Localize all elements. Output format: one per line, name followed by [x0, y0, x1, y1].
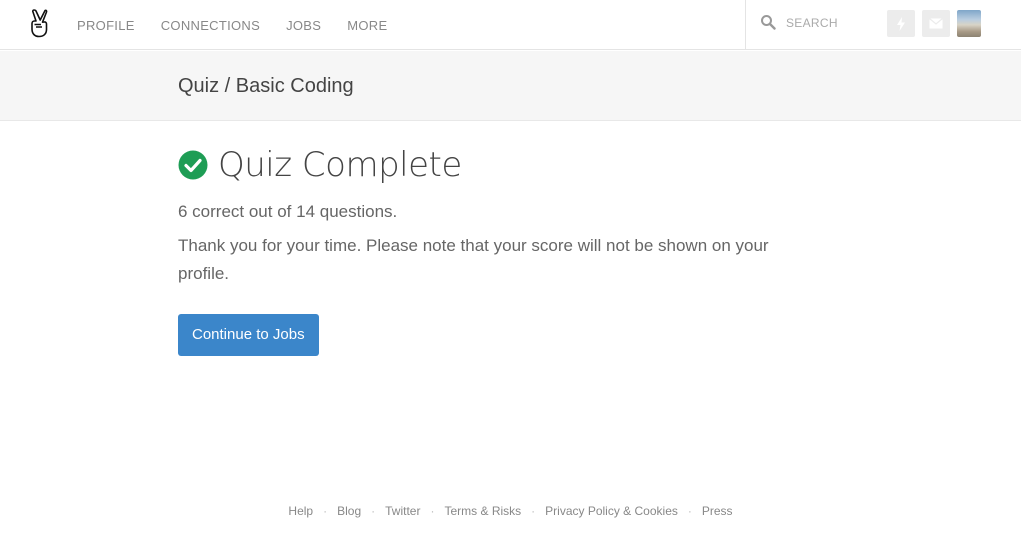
score-text: 6 correct out of 14 questions. — [178, 202, 398, 221]
envelope-icon — [929, 18, 943, 29]
notifications-button[interactable] — [887, 10, 915, 37]
footer-separator: · — [687, 504, 692, 518]
search-icon — [761, 15, 776, 30]
title-row: Quiz Complete — [178, 140, 838, 190]
footer-separator: · — [430, 504, 435, 518]
messages-button[interactable] — [922, 10, 950, 37]
primary-nav: PROFILE CONNECTIONS JOBS MORE — [77, 0, 413, 50]
user-avatar[interactable] — [957, 10, 981, 37]
nav-link-jobs[interactable]: JOBS — [286, 18, 321, 33]
search-area — [745, 0, 875, 50]
continue-to-jobs-button[interactable]: Continue to Jobs — [178, 314, 319, 356]
nav-link-more[interactable]: MORE — [347, 18, 387, 33]
victory-hand-logo-icon[interactable] — [27, 8, 51, 38]
page-title: Quiz Complete — [218, 145, 462, 185]
footer-link-help[interactable]: Help — [288, 504, 313, 518]
footer: Help · Blog · Twitter · Terms & Risks · Privacy … — [0, 504, 1021, 518]
top-navigation-bar: PROFILE CONNECTIONS JOBS MORE — [0, 0, 1021, 50]
check-circle-icon — [178, 150, 208, 180]
search-input[interactable] — [786, 14, 866, 32]
page-subheader: Quiz / Basic Coding — [0, 51, 1021, 121]
footer-link-press[interactable]: Press — [702, 504, 733, 518]
nav-link-profile[interactable]: PROFILE — [77, 18, 135, 33]
footer-separator: · — [531, 504, 536, 518]
footer-separator: · — [323, 504, 328, 518]
score-privacy-note: Thank you for your time. Please note tha… — [178, 236, 769, 283]
footer-separator: · — [371, 504, 376, 518]
nav-link-connections[interactable]: CONNECTIONS — [161, 18, 260, 33]
footer-link-twitter[interactable]: Twitter — [385, 504, 420, 518]
footer-link-blog[interactable]: Blog — [337, 504, 361, 518]
quiz-result-panel: Quiz Complete 6 correct out of 14 questi… — [178, 140, 838, 356]
footer-link-privacy-policy[interactable]: Privacy Policy & Cookies — [545, 504, 678, 518]
footer-link-terms-risks[interactable]: Terms & Risks — [444, 504, 521, 518]
lightning-bolt-icon — [897, 16, 905, 31]
breadcrumb: Quiz / Basic Coding — [178, 75, 354, 97]
